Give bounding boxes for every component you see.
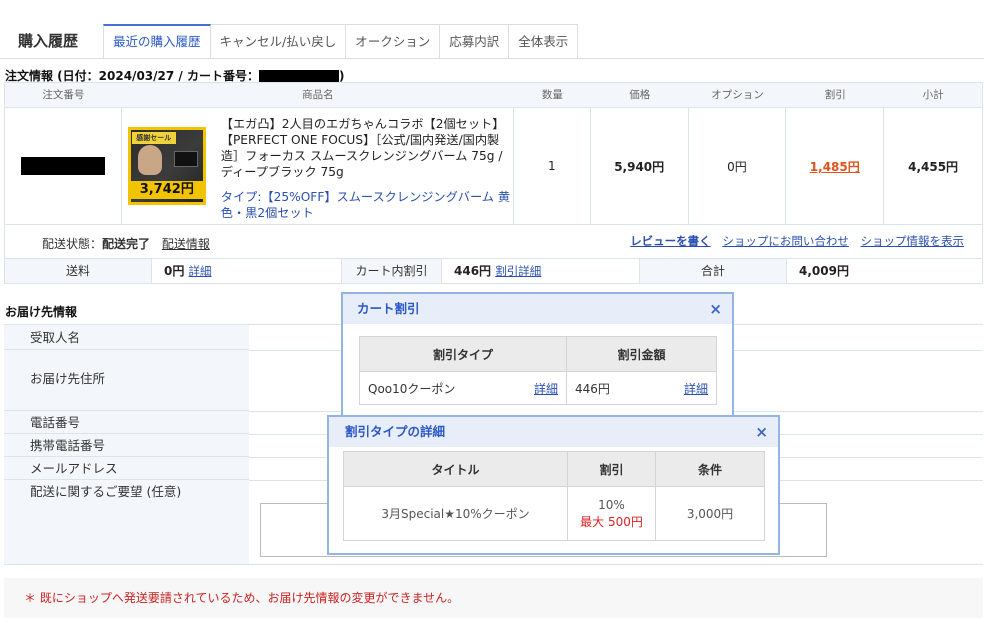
subtotal-value: 4,455円 (908, 159, 959, 174)
discount-rate-cell: 10% 最大 500円 (567, 486, 656, 541)
close-icon[interactable]: × (755, 417, 768, 447)
quantity-value: 1 (514, 108, 591, 224)
col-condition: 条件 (655, 451, 765, 487)
discount-detail-popup-header: 割引タイプの詳細 × (329, 417, 778, 447)
discount-detail-table: タイトル 割引 条件 3月Special★10%クーポン 10% 最大 500円… (343, 451, 765, 541)
shipping-fee-value: 0円 (164, 264, 185, 278)
tab-entries[interactable]: 応募内訳 (440, 24, 510, 59)
col-order-number: 注文番号 (42, 89, 85, 101)
shop-info-link[interactable]: ショップ情報を表示 (861, 234, 965, 248)
shipping-status: 配送状態：配送完了 配送情報 (42, 235, 210, 252)
order-action-links: レビューを書く ショップにお問い合わせ ショップ情報を表示 (622, 233, 964, 249)
col-title: タイトル (343, 451, 568, 487)
product-thumbnail[interactable]: 感謝セール 3,742円 (127, 127, 206, 205)
discount-type-detail-link[interactable]: 詳細 (534, 380, 558, 397)
order-info-title-suffix: ) (338, 69, 345, 83)
cart-discount-value: 446円 (454, 264, 492, 278)
coupon-title-value: 3月Special★10%クーポン (343, 486, 568, 541)
condition-value: 3,000円 (655, 486, 765, 541)
order-number-cell (5, 108, 122, 224)
product-name[interactable]: 【エガ凸】2人目のエガちゃんコラボ【2個セット】【PERFECT ONE FOC… (221, 116, 511, 180)
discount-max-value: 最大 500円 (580, 514, 643, 529)
history-tabs: 最近の購入履歴 キャンセル/払い戻し オークション 応募内訳 全体表示 (103, 24, 579, 59)
cart-discount-detail-link[interactable]: 割引詳細 (495, 264, 541, 278)
page-title: 購入履歴 (18, 32, 79, 50)
cart-discount-popup-header: カート割引 × (343, 294, 732, 324)
cart-discount-popup: カート割引 × 割引タイプ 割引金額 Qoo10クーポン 詳細 446円 詳細 (341, 292, 734, 417)
redacted-order-number (20, 157, 105, 175)
shipping-status-value: 配送完了 (102, 237, 151, 251)
tab-show-all[interactable]: 全体表示 (509, 24, 579, 59)
thumbnail-price: 3,742円 (130, 181, 203, 199)
total-value: 4,009円 (799, 264, 849, 278)
total-label: 合計 (640, 259, 787, 283)
email-label: メールアドレス (4, 457, 249, 480)
discount-detail-popup: 割引タイプの詳細 × タイトル 割引 条件 3月Special★10%クーポン … (327, 415, 780, 555)
col-subtotal: 小計 (922, 89, 944, 101)
delivery-request-label: 配送に関するご要望 (任意) (4, 480, 249, 565)
option-value: 0円 (689, 108, 787, 224)
cart-discount-label: カート内割引 (342, 259, 442, 283)
shipping-status-label: 配送状態： (42, 237, 103, 251)
shipping-fee-label: 送料 (5, 259, 152, 283)
shipping-status-row: 配送状態：配送完了 配送情報 レビューを書く ショップにお問い合わせ ショップ情… (4, 225, 983, 258)
contact-shop-link[interactable]: ショップにお問い合わせ (722, 234, 849, 248)
tab-divider (0, 58, 984, 59)
address-label: お届け先住所 (4, 350, 249, 411)
discount-link[interactable]: 1,485円 (810, 158, 860, 175)
cart-discount-cell: 446円 割引詳細 (442, 259, 640, 283)
discount-amount-value: 446円 (575, 381, 610, 396)
discount-rate-value: 10% (598, 497, 625, 512)
discount-type-cell: Qoo10クーポン 詳細 (359, 371, 567, 405)
discount-type-value: Qoo10クーポン (368, 381, 456, 396)
product-cell: 感謝セール 3,742円 【エガ凸】2人目のエガちゃんコラボ【2個セット】【PE… (122, 108, 514, 224)
col-product-name: 商品名 (302, 89, 334, 101)
thumbnail-person (137, 145, 162, 175)
table-row: 感謝セール 3,742円 【エガ凸】2人目のエガちゃんコラボ【2個セット】【PE… (4, 108, 983, 225)
shipping-fee-detail-link[interactable]: 詳細 (189, 264, 212, 278)
cart-discount-popup-title: カート割引 (357, 301, 420, 316)
col-discount: 割引 (824, 89, 846, 101)
cart-discount-table: 割引タイプ 割引金額 Qoo10クーポン 詳細 446円 詳細 (359, 336, 717, 405)
order-info-title-prefix: 注文情報 (日付：2024/03/27 / カート番号： (5, 69, 259, 83)
price-value: 5,940円 (591, 108, 689, 224)
tab-recent-purchases[interactable]: 最近の購入履歴 (103, 24, 211, 59)
discount-amount-detail-link[interactable]: 詳細 (684, 380, 708, 397)
mobile-label: 携帯電話番号 (4, 434, 249, 457)
delivery-title: お届け先情報 (5, 305, 78, 319)
totals-row: 送料 0円 詳細 カート内割引 446円 割引詳細 合計 4,009円 (4, 258, 983, 284)
row-divider (249, 564, 983, 565)
col-price: 価格 (629, 89, 651, 101)
write-review-link[interactable]: レビューを書く (630, 234, 711, 248)
order-table-header: 注文番号 商品名 数量 価格 オプション 割引 小計 (4, 82, 983, 108)
shipping-info-link[interactable]: 配送情報 (162, 237, 210, 251)
thumbnail-banner: 感謝セール (131, 132, 176, 144)
col-quantity: 数量 (541, 89, 563, 101)
col-option: オプション (711, 89, 764, 101)
shipping-fee-cell: 0円 詳細 (152, 259, 342, 283)
product-type: タイプ:【25%OFF】スムースクレンジングバーム 黄色・黒2個セット (220, 190, 511, 220)
discount-cell: 1,485円 (786, 108, 885, 224)
col-discount-rate: 割引 (567, 451, 656, 487)
tab-cancel-refund[interactable]: キャンセル/払い戻し (210, 24, 347, 59)
close-icon[interactable]: × (709, 294, 722, 324)
discount-detail-popup-title: 割引タイプの詳細 (345, 424, 446, 439)
thumbnail-product-jar (173, 151, 198, 167)
address-change-notice: ＊ 既にショップへ発送要請されているため、お届け先情報の変更ができません。 (4, 578, 983, 618)
recipient-name-label: 受取人名 (4, 325, 249, 350)
discount-amount-cell: 446円 詳細 (566, 371, 717, 405)
col-discount-type: 割引タイプ (359, 336, 567, 372)
tab-auction[interactable]: オークション (346, 24, 441, 59)
col-discount-amount: 割引金額 (566, 336, 717, 372)
phone-label: 電話番号 (4, 411, 249, 434)
